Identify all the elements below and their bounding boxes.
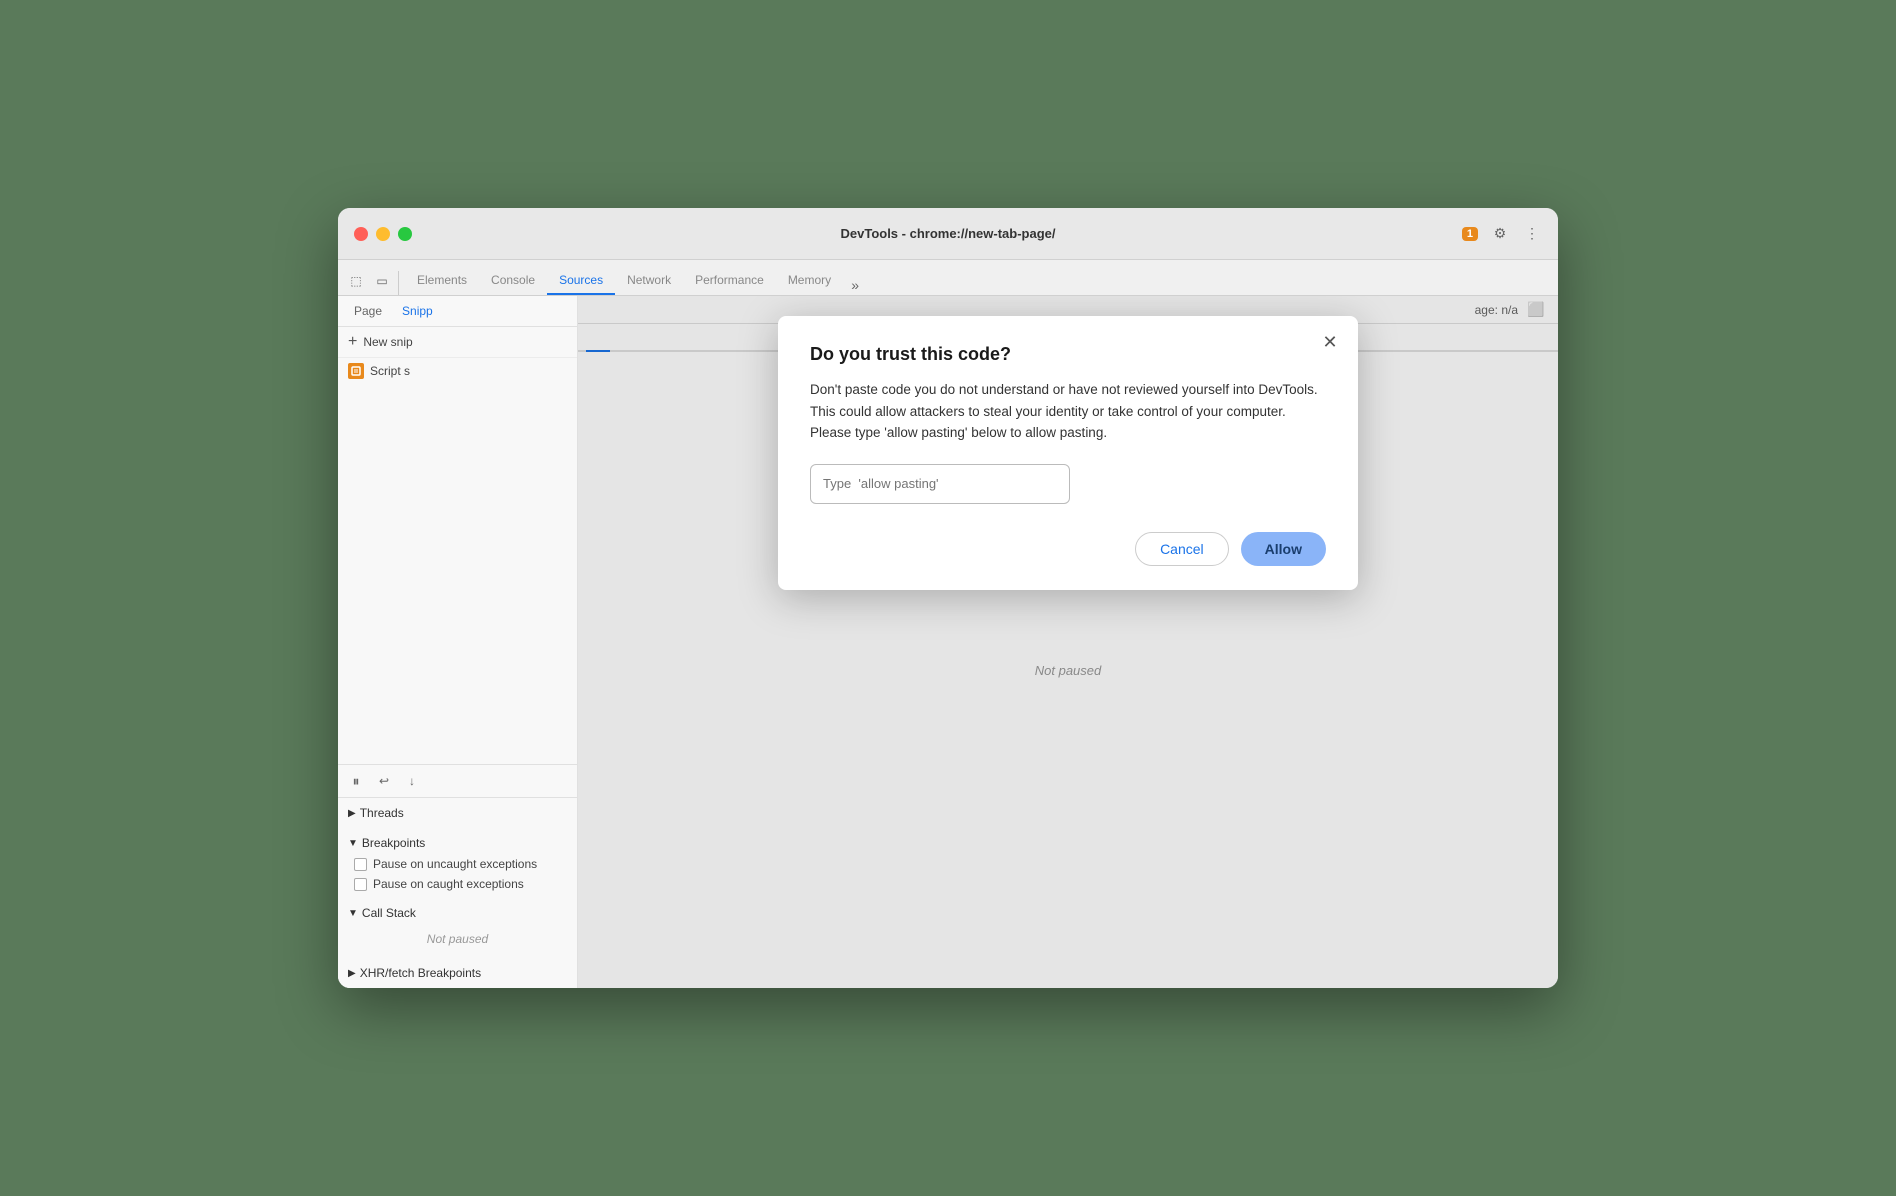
dialog-title: Do you trust this code?	[810, 344, 1326, 365]
maximize-button[interactable]	[398, 227, 412, 241]
pause-uncaught-checkbox[interactable]	[354, 858, 367, 871]
content-area: age: n/a ⬜ Not paused ✕	[578, 296, 1558, 988]
sidebar: Page Snipp + New snip	[338, 296, 578, 988]
call-stack-header[interactable]: ▼ Call Stack	[338, 902, 577, 924]
title-bar: DevTools - chrome://new-tab-page/ 1 ⚙ ⋮	[338, 208, 1558, 260]
call-stack-label: Call Stack	[362, 906, 416, 920]
dialog-body: Don't paste code you do not understand o…	[810, 379, 1326, 444]
more-options-icon[interactable]: ⋮	[1522, 224, 1542, 244]
new-snip-button[interactable]: + New snip	[338, 327, 577, 358]
breakpoints-section: ▼ Breakpoints Pause on uncaught exceptio…	[338, 828, 577, 898]
devtools-main: Page Snipp + New snip	[338, 296, 1558, 988]
minimize-button[interactable]	[376, 227, 390, 241]
devtools-body: ⬚ ▭ Elements Console Sources Network Per…	[338, 260, 1558, 988]
pause-caught-item: Pause on caught exceptions	[338, 874, 577, 894]
tab-console[interactable]: Console	[479, 267, 547, 295]
traffic-lights	[354, 227, 412, 241]
tab-performance[interactable]: Performance	[683, 267, 776, 295]
allow-button[interactable]: Allow	[1241, 532, 1326, 566]
file-item-label: Script s	[370, 364, 410, 378]
tab-memory[interactable]: Memory	[776, 267, 843, 295]
app-window: DevTools - chrome://new-tab-page/ 1 ⚙ ⋮ …	[338, 208, 1558, 988]
debugger-toolbar: ⏸ ↩ ↓	[338, 765, 577, 798]
sidebar-tab-page[interactable]: Page	[346, 300, 390, 322]
xhr-breakpoints-section: ▶ XHR/fetch Breakpoints	[338, 958, 577, 988]
pause-caught-checkbox[interactable]	[354, 878, 367, 891]
threads-label: Threads	[360, 806, 404, 820]
step-into-icon[interactable]: ↓	[402, 771, 422, 791]
step-over-icon[interactable]: ↩	[374, 771, 394, 791]
file-icon	[348, 363, 364, 379]
pause-caught-label: Pause on caught exceptions	[373, 877, 524, 891]
xhr-chevron-icon: ▶	[348, 968, 356, 979]
pause-uncaught-item: Pause on uncaught exceptions	[338, 854, 577, 874]
xhr-breakpoints-header[interactable]: ▶ XHR/fetch Breakpoints	[338, 962, 577, 984]
devtools-tabs-bar: ⬚ ▭ Elements Console Sources Network Per…	[338, 260, 1558, 296]
xhr-breakpoints-label: XHR/fetch Breakpoints	[360, 966, 481, 980]
script-file-item[interactable]: Script s	[338, 358, 577, 384]
breakpoints-header[interactable]: ▼ Breakpoints	[338, 832, 577, 854]
dialog-buttons: Cancel Allow	[810, 532, 1326, 566]
notification-badge: 1	[1462, 227, 1478, 241]
window-title: DevTools - chrome://new-tab-page/	[840, 226, 1055, 241]
device-icon[interactable]: ▭	[372, 271, 392, 291]
sidebar-tabs: Page Snipp	[338, 296, 577, 327]
plus-icon: +	[348, 333, 357, 351]
trust-dialog: ✕ Do you trust this code? Don't paste co…	[778, 316, 1358, 590]
breakpoints-chevron-icon: ▼	[348, 838, 358, 849]
pause-uncaught-label: Pause on uncaught exceptions	[373, 857, 537, 871]
more-tabs-icon[interactable]: »	[845, 275, 865, 295]
call-stack-chevron-icon: ▼	[348, 908, 358, 919]
threads-header[interactable]: ▶ Threads	[338, 802, 577, 824]
call-stack-section: ▼ Call Stack Not paused	[338, 898, 577, 958]
title-bar-actions: 1 ⚙ ⋮	[1462, 224, 1542, 244]
breakpoints-label: Breakpoints	[362, 836, 425, 850]
modal-overlay: ✕ Do you trust this code? Don't paste co…	[578, 296, 1558, 988]
new-snip-label: New snip	[363, 335, 412, 349]
cursor-icon[interactable]: ⬚	[346, 271, 366, 291]
not-paused-left: Not paused	[338, 924, 577, 954]
close-button[interactable]	[354, 227, 368, 241]
cancel-button[interactable]: Cancel	[1135, 532, 1229, 566]
settings-icon[interactable]: ⚙	[1490, 224, 1510, 244]
tab-network[interactable]: Network	[615, 267, 683, 295]
tab-sources[interactable]: Sources	[547, 267, 615, 295]
allow-pasting-input[interactable]	[810, 464, 1070, 504]
tab-elements[interactable]: Elements	[405, 267, 479, 295]
sidebar-tab-snippets[interactable]: Snipp	[394, 300, 441, 322]
pause-icon[interactable]: ⏸	[346, 771, 366, 791]
threads-section: ▶ Threads	[338, 798, 577, 828]
sidebar-bottom: ⏸ ↩ ↓ ▶ Threads ▼	[338, 764, 577, 988]
threads-chevron-icon: ▶	[348, 808, 356, 819]
dialog-close-button[interactable]: ✕	[1318, 330, 1342, 354]
